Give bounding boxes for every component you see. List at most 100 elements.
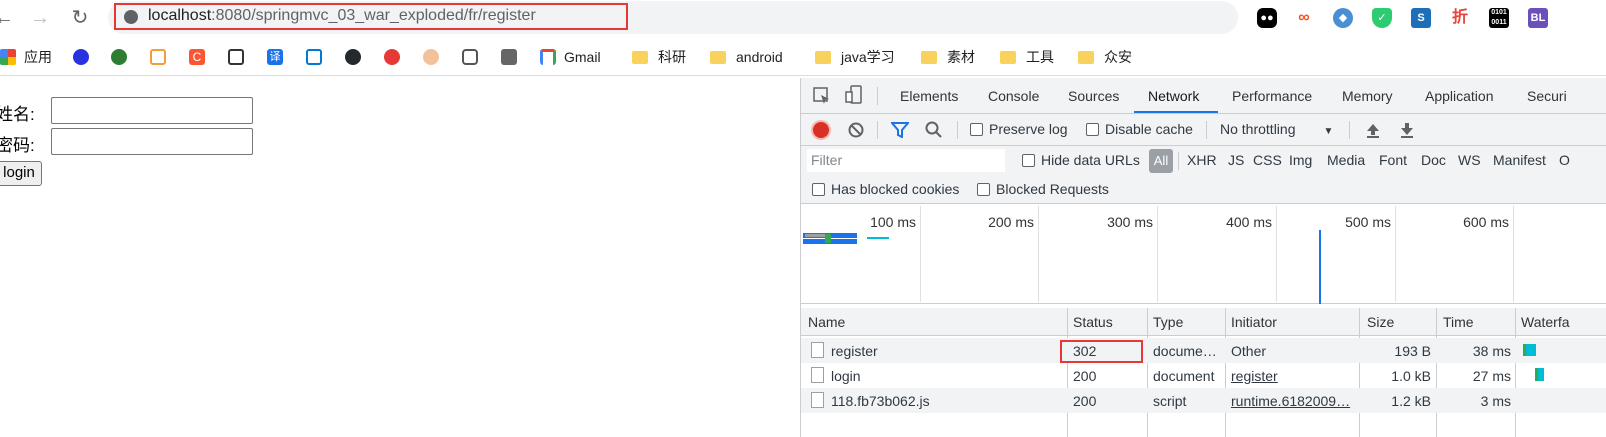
translate-bookmark[interactable]: 译	[267, 47, 291, 67]
inspect-element-icon[interactable]	[813, 87, 831, 105]
name-input[interactable]	[51, 97, 253, 124]
filter-icon[interactable]	[891, 122, 909, 138]
filter-type-manifest[interactable]: Manifest	[1493, 152, 1546, 168]
document-icon	[811, 367, 824, 383]
github-bookmark[interactable]	[345, 47, 369, 67]
filter-type-font[interactable]: Font	[1379, 152, 1407, 168]
filter-type-img[interactable]: Img	[1289, 152, 1312, 168]
export-har-icon[interactable]	[1399, 122, 1415, 138]
bookmark-folder-6[interactable]: 众安	[1078, 47, 1132, 67]
password-label: 密码:	[0, 136, 35, 155]
bookmark-photo[interactable]	[501, 47, 525, 67]
table-row[interactable]: 118.fb73b062.js 200 script runtime.61820…	[801, 388, 1606, 413]
bookmark-avatar[interactable]	[423, 47, 447, 67]
disable-cache-checkbox[interactable]: Disable cache	[1086, 121, 1193, 137]
column-header-type[interactable]: Type	[1153, 314, 1183, 330]
apps-grid-icon	[0, 49, 16, 65]
row-initiator-link[interactable]: register	[1231, 368, 1278, 384]
column-header-time[interactable]: Time	[1443, 314, 1474, 330]
folder-label: 工具	[1026, 49, 1054, 65]
bookmarks-bar: 应用 C 译 Gmail 科研 android java学习 素材 工具 众安	[0, 40, 1606, 76]
row-initiator-link[interactable]: runtime.6182009…	[1231, 393, 1357, 409]
has-blocked-cookies-checkbox[interactable]: Has blocked cookies	[812, 181, 959, 197]
tab-security[interactable]: Securi	[1527, 88, 1567, 104]
password-input[interactable]	[51, 128, 253, 155]
column-header-size[interactable]: Size	[1367, 314, 1394, 330]
row-time: 38 ms	[1472, 343, 1511, 359]
baidu-paw-icon	[73, 49, 89, 65]
blocked-requests-checkbox[interactable]: Blocked Requests	[977, 181, 1109, 197]
forward-icon[interactable]: →	[28, 6, 52, 30]
infinity-icon[interactable]: ∞	[1294, 8, 1314, 28]
network-overview-timeline[interactable]: 100 ms 200 ms 300 ms 400 ms 500 ms 600 m…	[801, 204, 1606, 304]
bookmark-folder-4[interactable]: 素材	[921, 47, 975, 67]
column-header-initiator[interactable]: Initiator	[1231, 314, 1277, 330]
tick-label: 600 ms	[1463, 214, 1509, 230]
login-button[interactable]: login	[0, 161, 42, 186]
bookmark-folder-3[interactable]: java学习	[815, 47, 895, 67]
folder-icon	[632, 50, 648, 64]
tab-sources[interactable]: Sources	[1068, 88, 1119, 104]
tab-network[interactable]: Network	[1148, 88, 1199, 104]
bow-tie-icon	[306, 49, 322, 65]
zhe-extension-icon[interactable]: 折	[1450, 8, 1470, 28]
school-bookmark[interactable]	[111, 47, 135, 67]
filter-type-other[interactable]: O	[1559, 152, 1570, 168]
bookmark-folder-1[interactable]: 科研	[632, 47, 686, 67]
back-icon[interactable]: ←	[0, 6, 16, 30]
device-toolbar-icon[interactable]	[845, 85, 863, 105]
vscode-bookmark[interactable]	[306, 47, 330, 67]
filter-type-all[interactable]: All	[1149, 149, 1173, 173]
row-size: 193 B	[1394, 343, 1431, 359]
bookmark-folder-2[interactable]: android	[710, 47, 783, 67]
active-tab-indicator	[1134, 111, 1218, 113]
tab-console[interactable]: Console	[988, 88, 1039, 104]
filter-type-ws[interactable]: WS	[1458, 152, 1481, 168]
bookmark-folder-5[interactable]: 工具	[1000, 47, 1054, 67]
tab-performance[interactable]: Performance	[1232, 88, 1312, 104]
reload-icon[interactable]: ↻	[68, 6, 92, 30]
filter-placeholder: Filter	[811, 152, 843, 168]
search-icon[interactable]	[925, 121, 943, 139]
hide-data-urls-checkbox[interactable]: Hide data URLs	[1022, 152, 1140, 168]
filter-type-css[interactable]: CSS	[1253, 152, 1282, 168]
filter-type-media[interactable]: Media	[1327, 152, 1365, 168]
column-header-name[interactable]: Name	[808, 314, 845, 330]
tab-memory[interactable]: Memory	[1342, 88, 1393, 104]
photo-thumbnail-icon	[501, 49, 517, 65]
tab-elements[interactable]: Elements	[900, 88, 958, 104]
csdn-bookmark[interactable]: C	[189, 47, 213, 67]
folder-label: android	[736, 49, 783, 65]
throttling-select[interactable]: No throttling ▼	[1220, 121, 1333, 137]
bookmark-a[interactable]	[228, 47, 252, 67]
table-row[interactable]: register 302 docume… Other 193 B 38 ms	[801, 338, 1606, 363]
bl-extension-icon[interactable]: BL	[1528, 8, 1548, 28]
s-extension-icon[interactable]: S	[1411, 8, 1431, 28]
column-header-status[interactable]: Status	[1073, 314, 1113, 330]
overview-bar-waiting	[825, 234, 831, 243]
bilibili-bookmark[interactable]	[462, 47, 486, 67]
adguard-icon[interactable]: ✓	[1372, 8, 1392, 28]
import-har-icon[interactable]	[1365, 122, 1381, 138]
filter-type-xhr[interactable]: XHR	[1187, 152, 1217, 168]
bookmark-c-script[interactable]	[150, 47, 174, 67]
gmail-bookmark[interactable]: Gmail	[540, 47, 601, 67]
filter-input[interactable]: Filter	[807, 149, 1005, 172]
preserve-log-checkbox[interactable]: Preserve log	[970, 121, 1068, 137]
clear-icon[interactable]	[848, 122, 864, 138]
folder-icon	[815, 50, 831, 64]
record-icon[interactable]	[813, 122, 829, 138]
school-logo-icon	[111, 49, 127, 65]
filter-type-js[interactable]: JS	[1228, 152, 1244, 168]
bookmark-16[interactable]	[384, 47, 408, 67]
apps-bookmark[interactable]: 应用	[0, 47, 52, 67]
column-header-waterfall[interactable]: Waterfa	[1521, 314, 1570, 330]
tampermonkey-icon[interactable]: ●●	[1257, 8, 1277, 28]
tab-application[interactable]: Application	[1425, 88, 1494, 104]
filter-type-doc[interactable]: Doc	[1421, 152, 1446, 168]
baidu-bookmark[interactable]	[73, 47, 97, 67]
table-row[interactable]: login 200 document register 1.0 kB 27 ms	[801, 363, 1606, 388]
binary-extension-icon[interactable]: 0101 0011	[1489, 8, 1509, 28]
shield-extension-icon[interactable]: ◆	[1333, 8, 1353, 28]
bilibili-tv-icon	[462, 49, 478, 65]
